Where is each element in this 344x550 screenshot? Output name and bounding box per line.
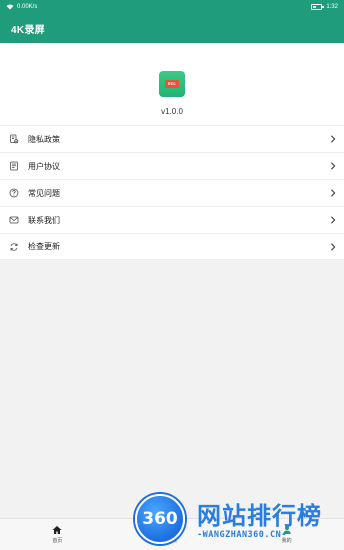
network-speed: 0.00K/s: [17, 3, 38, 10]
tab-label: 视频: [167, 538, 178, 544]
app-title: 4K录屏: [11, 24, 45, 36]
tab-home[interactable]: 首页: [0, 519, 115, 550]
app-version: v1.0.0: [161, 107, 183, 116]
refresh-icon: [10, 242, 18, 251]
person-icon: [282, 526, 291, 534]
tab-label: 我的: [281, 538, 292, 544]
tab-label: 首页: [52, 538, 63, 544]
menu-item-label: 隐私政策: [28, 134, 60, 144]
chevron-right-icon: [331, 216, 336, 224]
bottom-navigation: 首页 视频 我的: [0, 518, 344, 550]
menu-item-user-agreement[interactable]: 用户协议: [0, 152, 344, 179]
tab-mine[interactable]: 我的: [229, 519, 344, 550]
menu-item-label: 用户协议: [28, 161, 60, 171]
status-bar: 0.00K/s 1:32: [0, 0, 344, 13]
menu-item-check-update[interactable]: 检查更新: [0, 233, 344, 260]
menu-item-faq[interactable]: 常见问题: [0, 179, 344, 206]
help-icon: [9, 188, 19, 198]
wifi-icon: [6, 4, 14, 9]
about-header: REC v1.0.0: [0, 43, 344, 125]
chevron-right-icon: [331, 162, 336, 170]
home-icon: [52, 526, 62, 534]
user-agreement-icon: [10, 161, 18, 171]
screen: 0.00K/s 1:32 4K录屏 REC v1.0.0 隐私政策 用户协议 常…: [0, 0, 344, 550]
app-bar: 4K录屏: [0, 13, 344, 43]
video-icon: [168, 527, 176, 533]
app-logo-icon: REC: [159, 71, 185, 97]
privacy-policy-icon: [10, 134, 19, 144]
top-bar: 0.00K/s 1:32 4K录屏: [0, 0, 344, 43]
menu-item-contact-us[interactable]: 联系我们: [0, 206, 344, 233]
chevron-right-icon: [331, 189, 336, 197]
chevron-right-icon: [331, 135, 336, 143]
settings-menu: 隐私政策 用户协议 常见问题 联系我们 检查更新: [0, 125, 344, 260]
app-logo-text: REC: [165, 80, 179, 88]
mail-icon: [9, 216, 19, 224]
battery-icon: [311, 3, 325, 10]
menu-item-label: 常见问题: [28, 188, 60, 198]
menu-item-privacy-policy[interactable]: 隐私政策: [0, 125, 344, 152]
menu-item-label: 检查更新: [28, 242, 60, 251]
clock: 1:32: [326, 3, 338, 10]
chevron-right-icon: [331, 242, 336, 251]
tab-video[interactable]: 视频: [115, 519, 230, 550]
menu-item-label: 联系我们: [28, 215, 60, 225]
